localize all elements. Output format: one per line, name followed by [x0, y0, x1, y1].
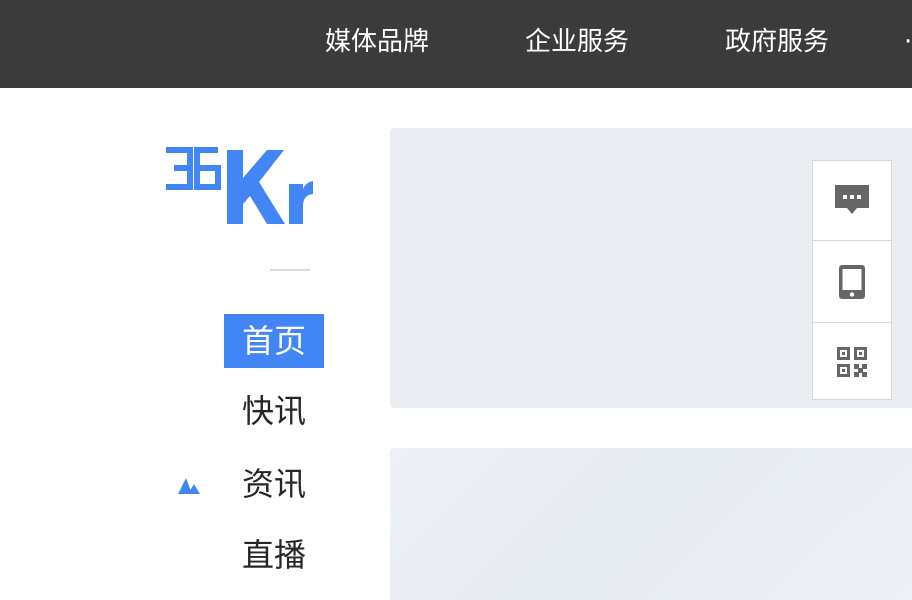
side-nav-home[interactable]: 首页: [224, 314, 324, 368]
banner-placeholder-bottom[interactable]: [390, 448, 912, 600]
top-nav-item-cut-off[interactable]: ·: [904, 22, 912, 62]
top-nav-item-government-service[interactable]: 政府服务: [725, 22, 829, 62]
mobile-app-button[interactable]: [813, 240, 891, 322]
triangle-mark-icon: [178, 478, 200, 494]
top-nav-item-enterprise-service[interactable]: 企业服务: [525, 22, 629, 62]
logo-36kr[interactable]: [163, 144, 313, 230]
side-nav-live[interactable]: 直播: [224, 528, 324, 582]
side-nav-news[interactable]: 资讯: [224, 457, 324, 511]
message-button[interactable]: [813, 161, 891, 239]
message-icon: [835, 185, 869, 214]
top-nav-bar: 媒体品牌 企业服务 政府服务 ·: [0, 0, 912, 88]
side-nav-flash-news[interactable]: 快讯: [224, 384, 324, 438]
side-tools-panel: [812, 160, 892, 400]
logo-divider: [270, 269, 310, 271]
qrcode-icon: [837, 346, 867, 377]
qrcode-button[interactable]: [813, 322, 891, 400]
top-nav-item-media-brand[interactable]: 媒体品牌: [325, 22, 429, 62]
tablet-icon: [839, 264, 865, 299]
